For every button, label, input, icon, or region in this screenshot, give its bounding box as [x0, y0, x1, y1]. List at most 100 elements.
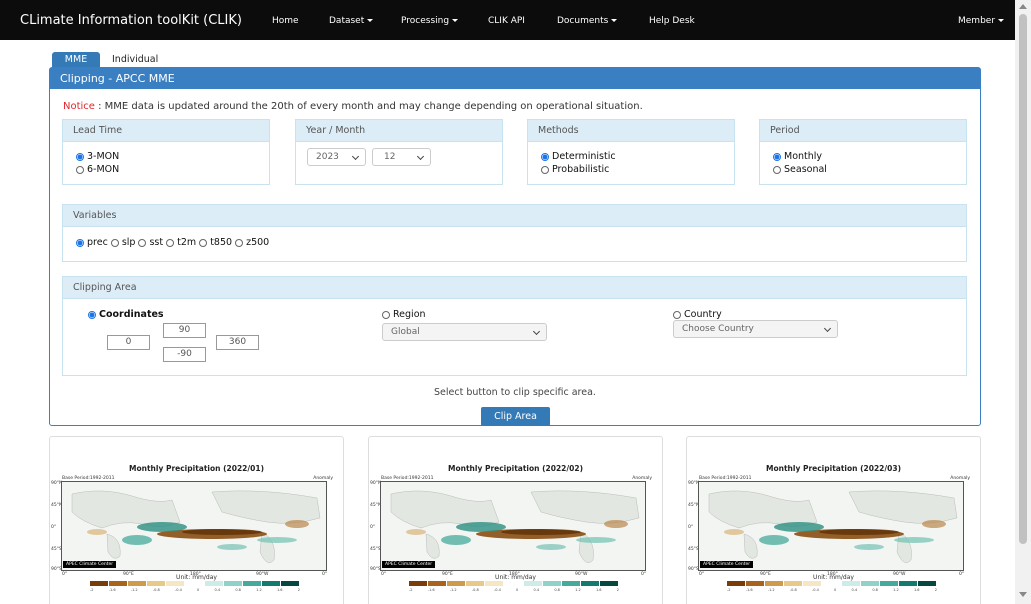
period-seasonal-option[interactable]: Seasonal — [773, 164, 827, 175]
variable-prec-label: prec — [87, 237, 108, 248]
variable-slp-label: slp — [121, 237, 136, 248]
year-value: 2023 — [316, 152, 339, 162]
colorbar-swatch — [242, 581, 262, 586]
colorbar-swatch — [746, 581, 766, 586]
nav-documents-label: Documents — [557, 16, 609, 26]
country-option[interactable]: Country — [673, 309, 722, 320]
month-select[interactable]: 12 — [372, 148, 431, 166]
methods-deterministic-option[interactable]: Deterministic — [541, 151, 616, 162]
radio-checked-icon[interactable] — [88, 310, 96, 319]
colorbar-ticks: -2 -1.6 -1.2 -0.8 -0.4 0 0.4 0.8 1.2 1.6 2 — [409, 588, 619, 592]
methods-probabilistic-option[interactable]: Probabilistic — [541, 164, 609, 175]
radio-checked-icon[interactable] — [773, 152, 781, 161]
radio-unchecked-icon[interactable] — [166, 238, 175, 247]
radio-checked-icon[interactable] — [76, 152, 84, 161]
methods-box: Methods Deterministic Probabilistic — [527, 119, 735, 185]
lead-time-heading: Lead Time — [63, 120, 269, 142]
colorbar-ticks: -2 -1.6 -1.2 -0.8 -0.4 0 0.4 0.8 1.2 1.6 2 — [90, 588, 300, 592]
notice-label: Notice — [63, 101, 95, 112]
colorbar-tick-label: 0.8 — [235, 588, 241, 592]
region-label: Region — [393, 309, 426, 320]
variable-z500-option[interactable]: z500 — [235, 237, 269, 248]
precipitation-map-card[interactable]: Monthly Precipitation (2022/03) Base Peri… — [686, 436, 981, 604]
nav-clik-api[interactable]: CLIK API — [488, 16, 525, 26]
variable-t2m-option[interactable]: t2m — [166, 237, 196, 248]
clipping-area-heading: Clipping Area — [63, 277, 966, 299]
colorbar-tick-label: -1.2 — [130, 588, 138, 592]
colorbar-tick-label: 0 — [197, 588, 200, 592]
colorbar-ticks: -2 -1.6 -1.2 -0.8 -0.4 0 0.4 0.8 1.2 1.6 2 — [727, 588, 937, 592]
map-colorbar — [90, 581, 301, 586]
precipitation-anomaly-map-image: APEC Climate Center — [61, 481, 327, 571]
apcc-logo-tag: APEC Climate Center — [700, 561, 754, 568]
north-coordinate-input[interactable]: 90 — [163, 323, 206, 338]
nav-member-dropdown[interactable]: Member — [958, 16, 1005, 26]
nav-home[interactable]: Home — [272, 16, 299, 26]
west-coordinate-input[interactable]: 0 — [107, 335, 150, 350]
south-coordinate-input[interactable]: -90 — [163, 347, 206, 362]
variable-sst-option[interactable]: sst — [138, 237, 163, 248]
map-latitude-label: 0° — [370, 525, 376, 530]
chevron-down-icon — [416, 152, 425, 161]
period-monthly-option[interactable]: Monthly — [773, 151, 822, 162]
colorbar-swatch — [898, 581, 918, 586]
nav-help-desk[interactable]: Help Desk — [649, 16, 695, 26]
nav-documents-dropdown[interactable]: Documents — [557, 16, 618, 26]
radio-unchecked-icon[interactable] — [110, 238, 119, 247]
colorbar-tick-label: -0.4 — [811, 588, 819, 592]
radio-unchecked-icon[interactable] — [235, 238, 244, 247]
colorbar-tick-label: 0 — [834, 588, 837, 592]
region-select[interactable]: Global — [382, 323, 547, 341]
colorbar-tick-label: -1.2 — [767, 588, 775, 592]
brand-logo-text[interactable]: CLimate Information toolKit (CLIK) — [20, 13, 242, 28]
radio-unchecked-icon[interactable] — [199, 238, 208, 247]
colorbar-tick-label: 2 — [297, 588, 300, 592]
period-heading: Period — [760, 120, 966, 142]
map-latitude-label: 0° — [51, 525, 57, 530]
radio-unchecked-icon[interactable] — [773, 165, 781, 174]
tab-individual[interactable]: Individual — [112, 52, 158, 68]
lead-time-3mon-option[interactable]: 3-MON — [76, 151, 119, 162]
map-latitude-label: 0° — [688, 525, 694, 530]
top-navbar: CLimate Information toolKit (CLIK) Home … — [0, 0, 1015, 40]
colorbar-tick-label: 2 — [616, 588, 619, 592]
colorbar-swatch — [860, 581, 880, 586]
country-select[interactable]: Choose Country — [673, 320, 838, 338]
region-option[interactable]: Region — [382, 309, 426, 320]
variable-prec-option[interactable]: prec — [76, 237, 108, 248]
tab-mme[interactable]: MME — [52, 52, 100, 68]
colorbar-swatch — [561, 581, 581, 586]
east-coordinate-input[interactable]: 360 — [216, 335, 259, 350]
map-colorbar — [727, 581, 938, 586]
radio-checked-icon[interactable] — [76, 238, 84, 247]
coordinates-option[interactable]: Coordinates — [88, 309, 164, 320]
scrollbar-thumb[interactable] — [1019, 14, 1027, 544]
radio-unchecked-icon[interactable] — [138, 238, 147, 247]
radio-checked-icon[interactable] — [541, 152, 549, 161]
variable-t850-option[interactable]: t850 — [199, 237, 232, 248]
colorbar-swatch — [765, 581, 785, 586]
variable-t2m-label: t2m — [177, 237, 197, 248]
year-select[interactable]: 2023 — [307, 148, 366, 166]
colorbar-swatch — [784, 581, 804, 586]
chevron-down-icon — [823, 324, 832, 333]
scroll-up-arrow-icon[interactable] — [1019, 4, 1027, 9]
colorbar-swatch — [90, 581, 110, 586]
radio-unchecked-icon[interactable] — [76, 165, 84, 174]
nav-clik-api-label: CLIK API — [488, 16, 525, 26]
nav-dataset-dropdown[interactable]: Dataset — [329, 16, 374, 26]
nav-processing-dropdown[interactable]: Processing — [401, 16, 459, 26]
clip-area-button[interactable]: Clip Area — [481, 407, 550, 426]
radio-unchecked-icon[interactable] — [673, 310, 681, 319]
radio-unchecked-icon[interactable] — [382, 310, 390, 319]
colorbar-swatch — [542, 581, 562, 586]
variable-slp-option[interactable]: slp — [110, 237, 136, 248]
vertical-scrollbar[interactable] — [1015, 0, 1031, 604]
colorbar-tick-label: -2 — [409, 588, 413, 592]
precipitation-map-card[interactable]: Monthly Precipitation (2022/01) Base Peri… — [49, 436, 344, 604]
scroll-down-arrow-icon[interactable] — [1019, 592, 1027, 597]
precipitation-map-card[interactable]: Monthly Precipitation (2022/02) Base Peri… — [368, 436, 663, 604]
lead-time-6mon-option[interactable]: 6-MON — [76, 164, 119, 175]
caret-down-icon — [611, 19, 618, 22]
radio-unchecked-icon[interactable] — [541, 165, 549, 174]
